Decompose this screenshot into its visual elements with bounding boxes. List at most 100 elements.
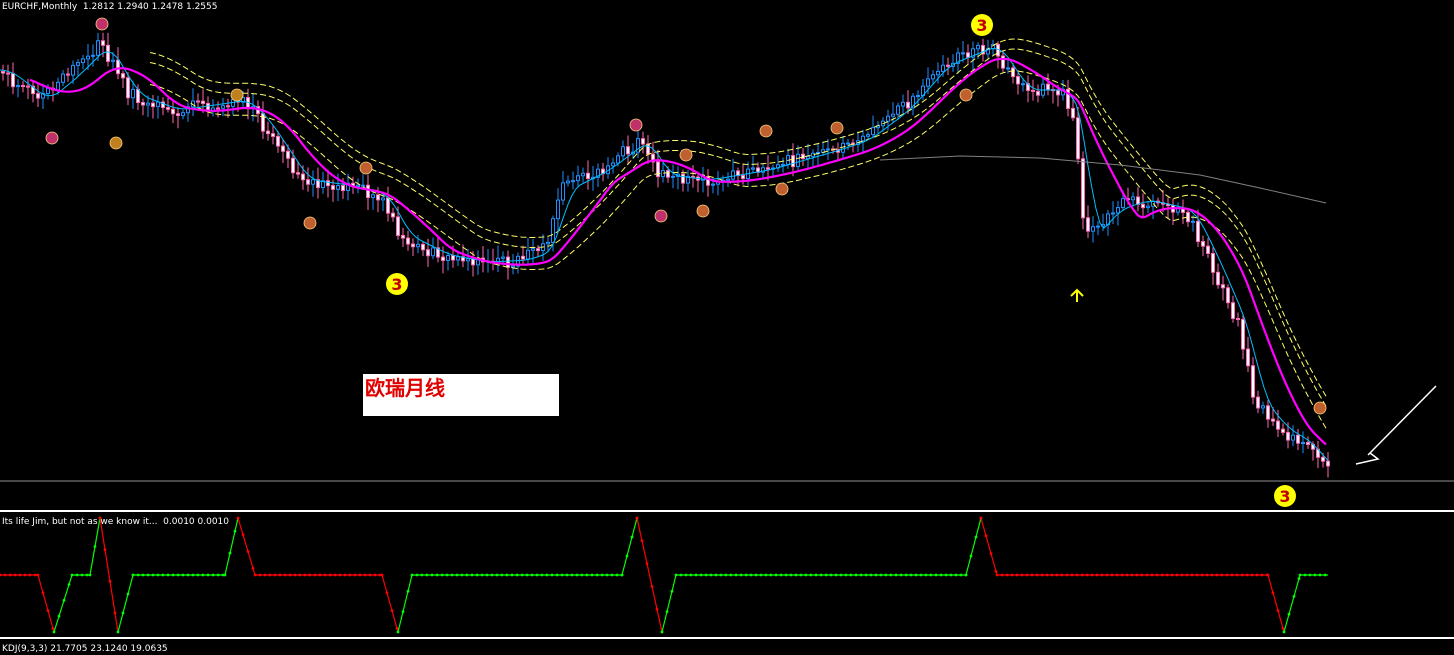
candle-body bbox=[411, 243, 415, 248]
oscillator-dot bbox=[994, 570, 998, 573]
wave-marker-label: 3 bbox=[1279, 487, 1290, 506]
oscillator-dot bbox=[1205, 573, 1209, 577]
signal-dot-icon bbox=[1313, 401, 1327, 415]
up-arrow-icon bbox=[1070, 288, 1084, 302]
oscillator-dot bbox=[420, 573, 424, 577]
oscillator-dot bbox=[1170, 573, 1174, 577]
oscillator-dot bbox=[51, 627, 55, 630]
oscillator-dot bbox=[1045, 573, 1049, 577]
oscillator-dot bbox=[704, 573, 708, 577]
candle-body bbox=[666, 170, 670, 178]
oscillator-dot bbox=[665, 610, 669, 614]
oscillator-dot bbox=[1000, 573, 1004, 577]
oscillator-dot bbox=[430, 573, 434, 577]
oscillator-dot bbox=[650, 585, 654, 588]
oscillator-dot bbox=[480, 573, 484, 577]
oscillator-dot bbox=[530, 573, 534, 577]
oscillator-dot bbox=[635, 516, 639, 520]
oscillator-dot bbox=[1010, 573, 1014, 577]
oscillator-dot bbox=[241, 533, 245, 537]
oscillator-dot bbox=[85, 573, 89, 577]
candle-body bbox=[61, 73, 65, 83]
oscillator-dot bbox=[455, 573, 459, 577]
candle-body bbox=[286, 150, 290, 159]
signal-dot-icon bbox=[45, 131, 59, 145]
candle-body bbox=[926, 78, 930, 87]
wave-marker-label: 3 bbox=[391, 275, 402, 294]
candle-body bbox=[371, 194, 375, 199]
oscillator-dot bbox=[80, 573, 84, 577]
candle-body bbox=[406, 237, 410, 245]
signal-dot-icon bbox=[759, 124, 773, 138]
oscillator-dot bbox=[729, 573, 733, 577]
oscillator-dot bbox=[353, 573, 357, 577]
candle-body bbox=[826, 148, 830, 151]
oscillator-dot bbox=[161, 573, 165, 577]
signal-dot-icon bbox=[359, 161, 373, 175]
oscillator-dot bbox=[363, 573, 367, 577]
candle-body bbox=[766, 167, 770, 170]
candle-body bbox=[901, 101, 905, 107]
oscillator-dot bbox=[251, 566, 255, 570]
candle-body bbox=[1, 71, 5, 74]
oscillator-dot bbox=[116, 630, 120, 634]
oscillator-dot bbox=[914, 573, 918, 577]
candle-body bbox=[201, 100, 205, 104]
oscillator-dot bbox=[1235, 573, 1239, 577]
candle-body bbox=[1076, 117, 1080, 160]
oscillator-dot bbox=[373, 573, 377, 577]
oscillator-dot bbox=[944, 573, 948, 577]
signal-dot-icon bbox=[95, 17, 109, 31]
candle-body bbox=[866, 134, 870, 137]
candle-body bbox=[141, 102, 145, 106]
candle-body bbox=[1111, 212, 1115, 215]
trading-chart[interactable]: 3 3 3 bbox=[0, 0, 1454, 654]
oscillator-dot bbox=[655, 607, 659, 611]
oscillator-dot bbox=[630, 535, 634, 539]
oscillator-dot bbox=[809, 573, 813, 577]
oscillator-dot bbox=[23, 573, 27, 577]
oscillator-segment bbox=[37, 574, 55, 633]
oscillator-dot bbox=[1210, 573, 1214, 577]
candle-body bbox=[136, 88, 140, 104]
oscillator-dot bbox=[273, 573, 277, 577]
oscillator-dot bbox=[1085, 573, 1089, 577]
oscillator-dot bbox=[33, 573, 37, 577]
oscillator-dot bbox=[258, 573, 262, 577]
oscillator-dot bbox=[1065, 573, 1069, 577]
oscillator-dot bbox=[799, 573, 803, 577]
oscillator-dot bbox=[540, 573, 544, 577]
candle-body bbox=[566, 180, 570, 184]
oscillator-dot bbox=[1115, 573, 1119, 577]
candle-body bbox=[906, 101, 910, 109]
oscillator-dot bbox=[70, 573, 74, 577]
markers-layer: 3 3 3 bbox=[45, 14, 1327, 507]
oscillator-dot bbox=[121, 611, 125, 615]
oscillator-dot bbox=[141, 573, 145, 577]
upper-envelope-inner bbox=[149, 48, 1327, 407]
oscillator-dot bbox=[1298, 573, 1302, 577]
oscillator-dot bbox=[929, 573, 933, 577]
oscillator-dot bbox=[151, 573, 155, 577]
oscillator-dot bbox=[1175, 573, 1179, 577]
oscillator-dot bbox=[739, 573, 743, 577]
oscillator-dot bbox=[490, 573, 494, 577]
oscillator-dot bbox=[879, 573, 883, 577]
oscillator-dot bbox=[181, 573, 185, 577]
candle-body bbox=[1306, 442, 1310, 445]
candle-body bbox=[6, 72, 10, 75]
signal-dot-icon bbox=[109, 136, 123, 150]
candle-body bbox=[341, 185, 345, 192]
candle-body bbox=[366, 184, 370, 199]
candle-body bbox=[521, 255, 525, 260]
candle-body bbox=[1281, 428, 1285, 433]
candle-body bbox=[586, 172, 590, 180]
candle-body bbox=[1206, 245, 1210, 254]
candle-body bbox=[896, 105, 900, 115]
oscillator-dot bbox=[395, 627, 399, 630]
candle-body bbox=[551, 218, 555, 243]
candle-body bbox=[1201, 241, 1205, 247]
signal-dot-icon bbox=[830, 121, 844, 135]
oscillator-dot bbox=[268, 573, 272, 577]
oscillator-dot bbox=[1260, 573, 1264, 577]
